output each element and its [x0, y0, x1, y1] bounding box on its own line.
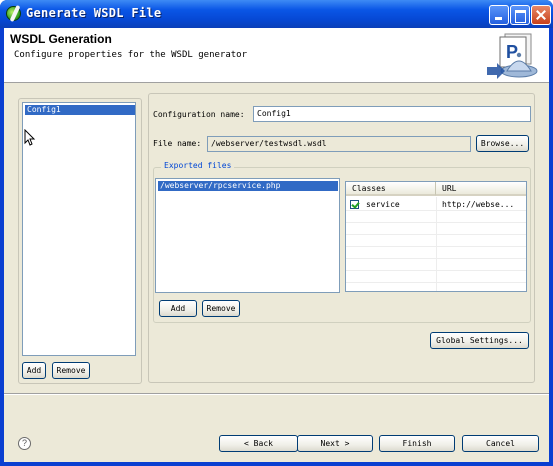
exported-files-legend: Exported files [161, 161, 235, 170]
config-list-item[interactable]: Config1 [25, 105, 135, 115]
column-divider [436, 197, 437, 291]
url-column-header[interactable]: URL [436, 182, 526, 196]
exported-files-list[interactable]: /webserver/rpcservice.php [155, 178, 340, 293]
title-bar[interactable]: Generate WSDL File [0, 0, 553, 28]
row-divider [346, 246, 526, 247]
wsdl-wizard-icon: P [487, 33, 538, 79]
eclipse-app-icon [6, 6, 21, 21]
row-divider [346, 222, 526, 223]
finish-button[interactable]: Finish [379, 435, 455, 452]
maximize-button[interactable] [510, 5, 530, 25]
class-name-cell: service [366, 200, 400, 209]
config-remove-button[interactable]: Remove [52, 362, 90, 379]
minimize-button[interactable] [489, 5, 509, 25]
wizard-banner: WSDL Generation Configure properties for… [4, 28, 549, 83]
next-button[interactable]: Next > [297, 435, 373, 452]
config-name-field[interactable]: Config1 [253, 106, 531, 122]
back-button[interactable]: < Back [219, 435, 298, 452]
exported-add-button[interactable]: Add [159, 300, 197, 317]
config-add-button[interactable]: Add [22, 362, 46, 379]
help-icon[interactable]: ? [18, 437, 31, 450]
row-divider [346, 234, 526, 235]
exported-file-item[interactable]: /webserver/rpcservice.php [158, 181, 338, 191]
exported-remove-button[interactable]: Remove [202, 300, 240, 317]
row-divider [346, 282, 526, 283]
svg-text:P: P [506, 42, 518, 62]
config-list[interactable]: Config1 [22, 102, 136, 356]
class-checkbox[interactable] [350, 200, 359, 209]
row-divider [346, 210, 526, 211]
file-name-field[interactable]: /webserver/testwsdl.wsdl [207, 136, 471, 152]
class-url-cell: http://webse... [442, 200, 515, 209]
cancel-button[interactable]: Cancel [462, 435, 539, 452]
row-divider [346, 258, 526, 259]
banner-subtitle: Configure properties for the WSDL genera… [14, 50, 247, 60]
file-name-label: File name: [153, 139, 202, 148]
window-title: Generate WSDL File [26, 6, 162, 20]
close-button[interactable] [531, 5, 551, 25]
browse-button[interactable]: Browse... [476, 135, 529, 152]
classes-column-header[interactable]: Classes [346, 182, 436, 196]
row-divider [346, 270, 526, 271]
global-settings-button[interactable]: Global Settings... [430, 332, 529, 349]
config-name-label: Configuration name: [153, 110, 245, 119]
footer-separator [4, 393, 549, 395]
banner-title: WSDL Generation [10, 32, 112, 46]
mouse-pointer-icon [24, 129, 36, 146]
classes-table[interactable]: Classes URL service http://webse... [345, 181, 527, 292]
